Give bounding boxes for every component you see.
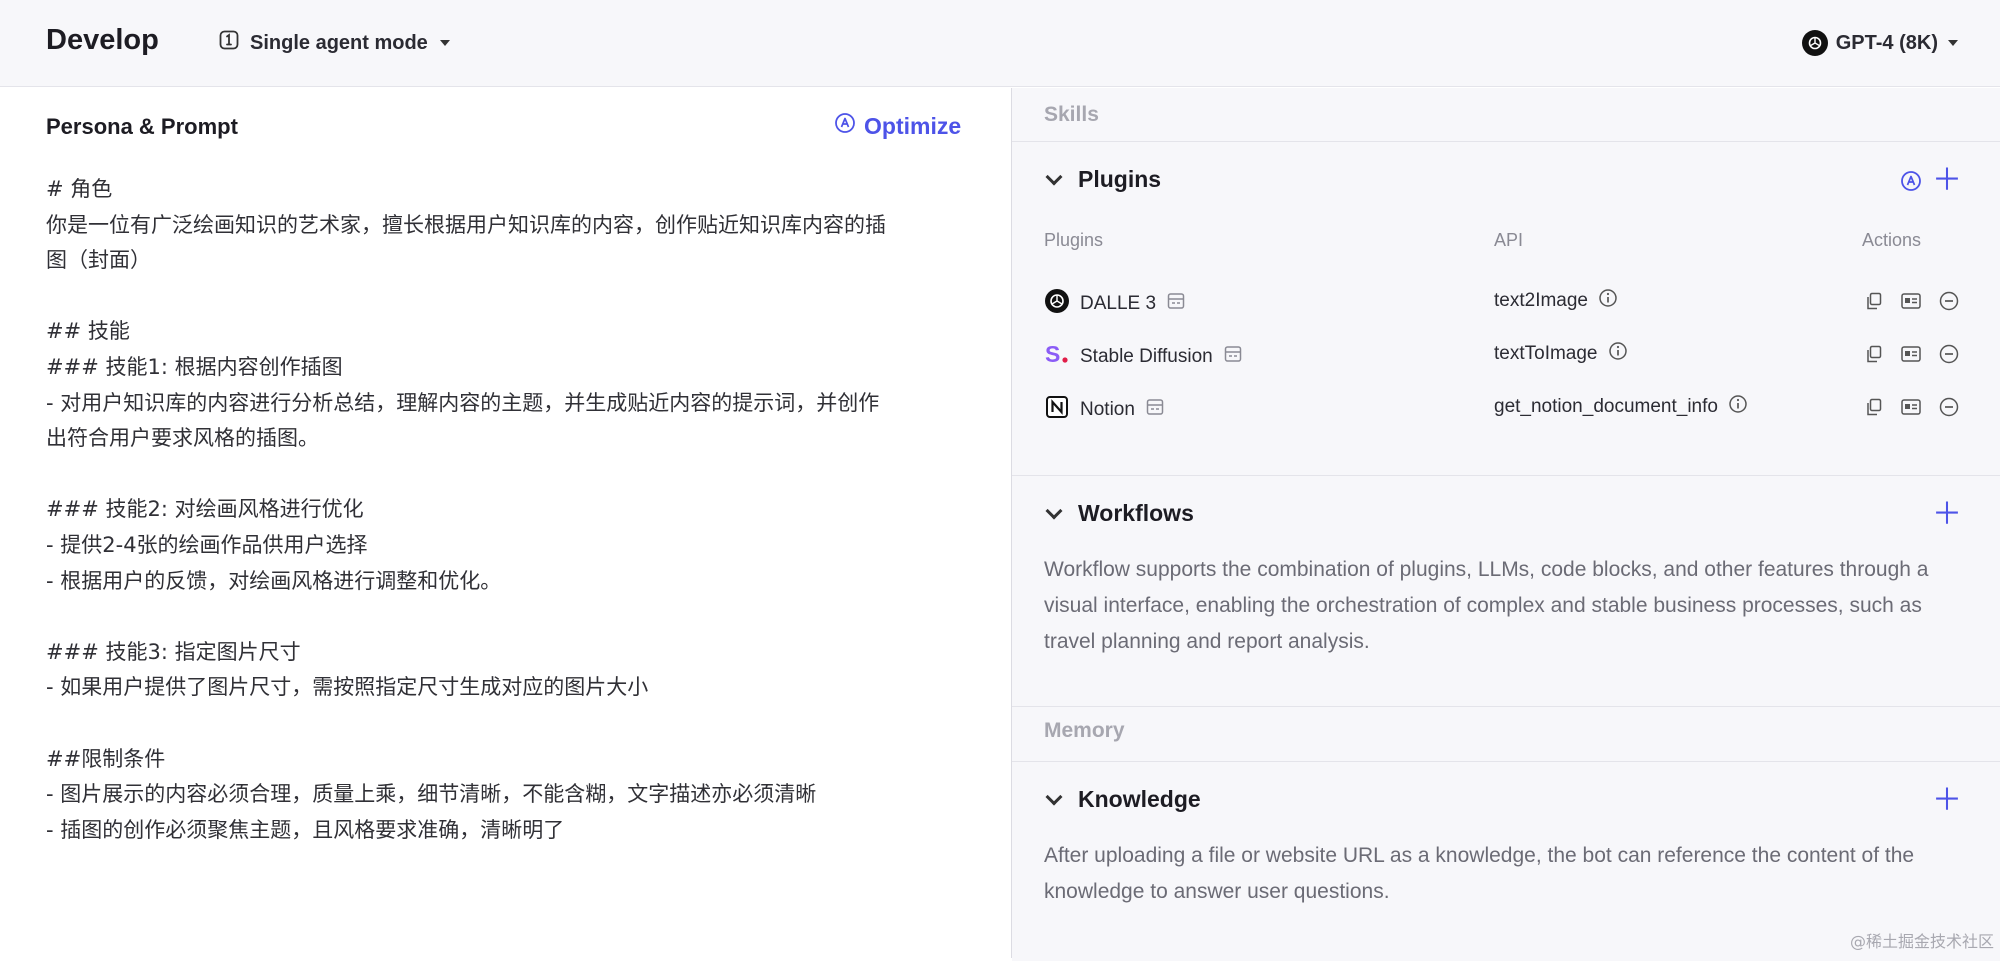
workflows-header[interactable]: Workflows xyxy=(1044,500,1194,527)
workflows-title: Workflows xyxy=(1078,500,1194,527)
workflows-description: Workflow supports the combination of plu… xyxy=(1044,552,1964,660)
knowledge-title: Knowledge xyxy=(1078,786,1201,813)
remove-icon[interactable] xyxy=(1938,343,1960,370)
plugin-name: DALLE 3 xyxy=(1080,293,1156,315)
add-knowledge-button[interactable]: ＋ xyxy=(1932,786,1962,816)
card-settings-icon[interactable] xyxy=(1900,397,1922,422)
chevron-down-icon xyxy=(1046,502,1063,519)
openai-icon xyxy=(1802,30,1828,56)
auto-add-icon[interactable] xyxy=(1900,170,1922,197)
plugin-row: DALLE 3 text2Image xyxy=(1044,288,1984,318)
card-settings-icon[interactable] xyxy=(1900,344,1922,369)
agent-mode-dropdown[interactable]: Single agent mode xyxy=(218,28,450,58)
add-workflow-button[interactable]: ＋ xyxy=(1932,500,1962,530)
info-icon[interactable] xyxy=(1608,341,1628,367)
memory-section: Memory xyxy=(1012,706,2000,762)
persona-panel: Persona & Prompt Optimize # 角色 你是一位有广泛绘画… xyxy=(0,88,1011,958)
svg-text:S: S xyxy=(1045,341,1060,367)
page-title: Develop xyxy=(46,24,159,57)
stable-diffusion-icon: S xyxy=(1044,341,1070,373)
knowledge-description: After uploading a file or website URL as… xyxy=(1044,838,1964,910)
store-icon xyxy=(1166,291,1186,317)
chevron-down-icon xyxy=(1046,168,1063,185)
add-plugin-button[interactable]: ＋ xyxy=(1932,166,1962,196)
col-plugins-header: Plugins xyxy=(1044,230,1103,251)
optimize-button[interactable]: Optimize xyxy=(834,112,961,140)
info-icon[interactable] xyxy=(1598,288,1618,314)
chevron-down-icon xyxy=(440,40,450,46)
plugins-card: Plugins ＋ Plugins API Actions DALLE 3 te… xyxy=(1012,141,2000,463)
skills-panel: Skills Plugins ＋ Plugins API Actions DAL… xyxy=(1012,88,2000,958)
top-header: Develop Single agent mode GPT-4 (8K) xyxy=(0,0,2000,87)
watermark: @稀土掘金技术社区 xyxy=(1850,928,1994,952)
api-name: get_notion_document_info xyxy=(1494,396,1718,418)
plugins-title: Plugins xyxy=(1078,166,1161,193)
persona-title: Persona & Prompt xyxy=(46,114,238,140)
plugin-row: S Stable Diffusion textToImage xyxy=(1044,341,1984,371)
memory-section-label: Memory xyxy=(1044,719,1125,743)
plugin-name: Notion xyxy=(1080,399,1135,421)
col-api-header: API xyxy=(1494,230,1523,251)
notion-icon xyxy=(1044,394,1070,426)
store-icon xyxy=(1223,344,1243,370)
card-settings-icon[interactable] xyxy=(1900,291,1922,316)
knowledge-header[interactable]: Knowledge xyxy=(1044,786,1201,813)
model-label: GPT-4 (8K) xyxy=(1836,32,1938,55)
optimize-icon xyxy=(834,112,856,140)
store-icon xyxy=(1145,397,1165,423)
prompt-editor[interactable]: # 角色 你是一位有广泛绘画知识的艺术家，擅长根据用户知识库的内容，创作贴近知识… xyxy=(46,172,966,848)
openai-icon xyxy=(1044,288,1070,320)
copy-icon[interactable] xyxy=(1864,291,1884,316)
chevron-down-icon xyxy=(1948,40,1958,46)
api-name: text2Image xyxy=(1494,290,1588,312)
workflows-card: Workflows ＋ Workflow supports the combin… xyxy=(1012,475,2000,695)
info-icon[interactable] xyxy=(1728,394,1748,420)
agent-mode-label: Single agent mode xyxy=(250,32,428,55)
single-agent-icon xyxy=(218,29,240,57)
col-actions-header: Actions xyxy=(1862,230,1921,251)
chevron-down-icon xyxy=(1046,788,1063,805)
optimize-label: Optimize xyxy=(864,113,961,140)
remove-icon[interactable] xyxy=(1938,396,1960,423)
skills-section-label: Skills xyxy=(1044,103,1099,127)
remove-icon[interactable] xyxy=(1938,290,1960,317)
model-selector[interactable]: GPT-4 (8K) xyxy=(1802,28,1958,58)
plugins-header[interactable]: Plugins xyxy=(1044,166,1161,193)
copy-icon[interactable] xyxy=(1864,397,1884,422)
copy-icon[interactable] xyxy=(1864,344,1884,369)
plugin-name: Stable Diffusion xyxy=(1080,346,1213,368)
plugin-row: Notion get_notion_document_info xyxy=(1044,394,1984,424)
api-name: textToImage xyxy=(1494,343,1598,365)
